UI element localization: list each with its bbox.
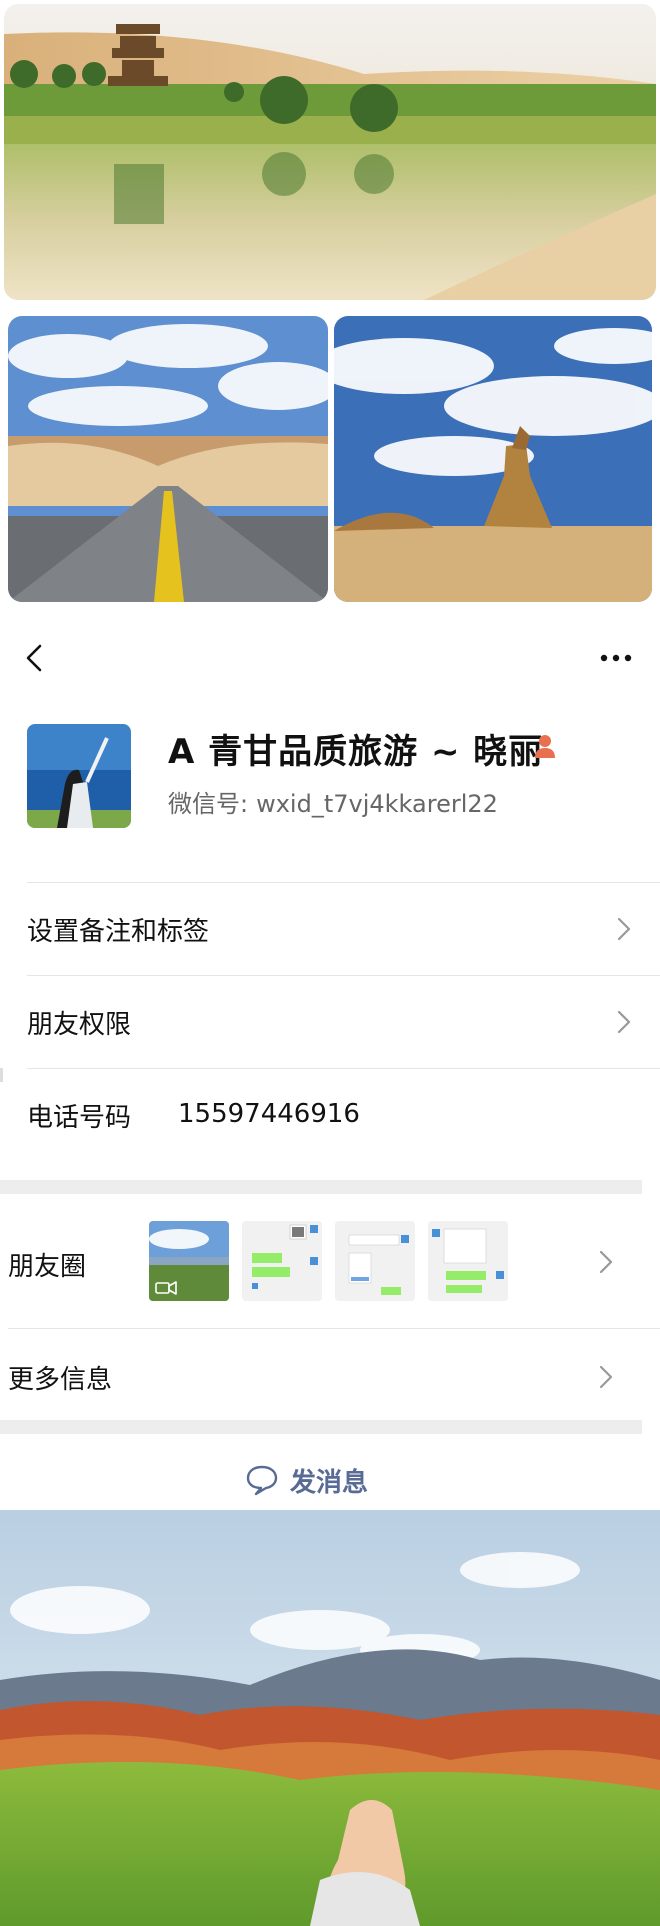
phone-label: 电话号码 [27,1103,132,1133]
send-message-label: 发消息 [290,1467,369,1498]
friend-permissions-label: 朋友权限 [27,1010,132,1040]
photo-crescent-lake[interactable] [4,4,656,300]
moments-row[interactable]: 朋友圈 [0,1212,660,1312]
wechat-id-value: wxid_t7vj4kkarerl22 [256,790,498,818]
moments-thumbnail-chat-2[interactable] [335,1221,415,1301]
photo-yardang[interactable] [334,316,652,602]
more-options-button[interactable] [596,646,636,670]
friend-permissions-row[interactable]: 朋友权限 [0,976,660,1068]
more-info-label: 更多信息 [8,1365,113,1395]
more-dots-icon [600,654,632,662]
crescent-lake-image [4,4,656,300]
more-info-row[interactable]: 更多信息 [0,1329,660,1421]
moments-thumbnail-chat-3[interactable] [428,1221,508,1301]
set-remarks-label: 设置备注和标签 [27,917,210,947]
phone-row: 电话号码 15597446916 [0,1069,660,1161]
moments-label: 朋友圈 [8,1252,87,1282]
send-message-button[interactable]: 发消息 [244,1460,424,1500]
chevron-right-icon [599,1250,613,1274]
avatar[interactable] [27,724,131,828]
chevron-left-icon [26,644,42,672]
yardang-image [334,316,652,602]
chevron-right-icon [617,917,631,941]
photo-desert-road[interactable] [8,316,328,602]
set-remarks-row[interactable]: 设置备注和标签 [0,883,660,975]
avatar-image [27,724,131,828]
rainbow-mountains-image [0,1510,660,1926]
phone-number[interactable]: 15597446916 [178,1099,360,1129]
section-separator [0,1180,642,1194]
desert-road-image [8,316,328,602]
contact-name: A 青甘品质旅游 ~ 晓丽 [168,732,544,772]
moments-thumbnail-video[interactable] [149,1221,229,1301]
wechat-id: 微信号: wxid_t7vj4kkarerl22 [168,784,498,819]
back-button[interactable] [18,640,54,676]
section-separator [0,1420,642,1434]
female-icon [532,733,558,759]
wechat-id-label: 微信号: [168,790,249,818]
chevron-right-icon [599,1365,613,1389]
chat-bubble-icon [246,1465,278,1496]
moments-thumbnail-chat-1[interactable] [242,1221,322,1301]
chevron-right-icon [617,1010,631,1034]
photo-rainbow-mountains [0,1510,660,1926]
